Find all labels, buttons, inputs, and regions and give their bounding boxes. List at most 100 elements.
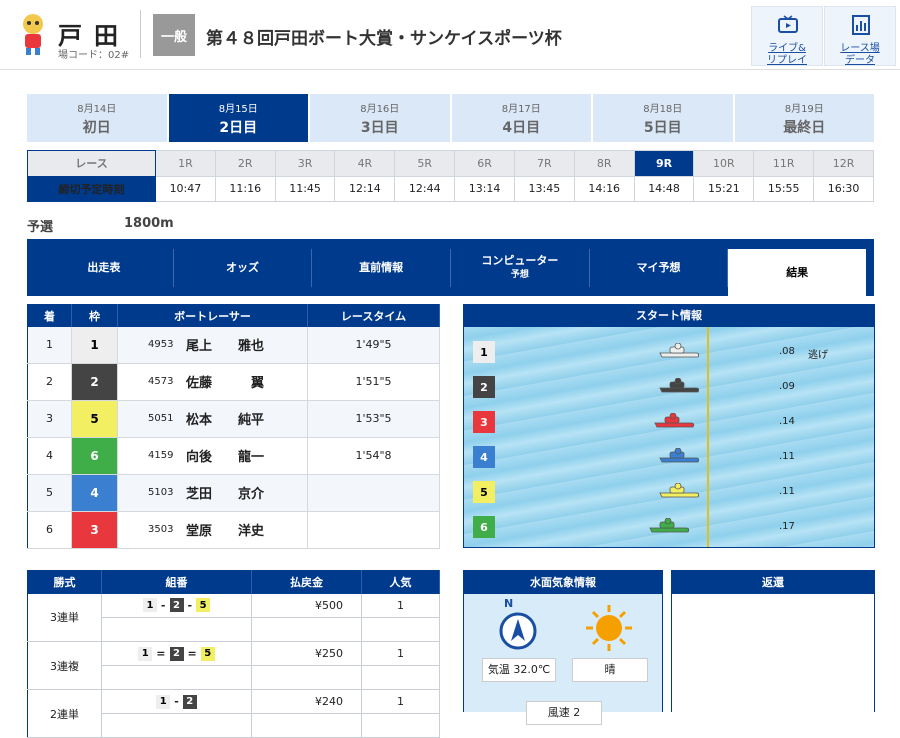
lane-badge: 1 [72,326,117,363]
race-link-5R[interactable]: 5R [394,150,456,177]
day-date: 8月14日 [77,104,117,115]
day-tab-5[interactable]: 8月18日 5日目 [593,94,735,142]
tab-label: 直前情報 [359,261,404,274]
racer-name-link[interactable]: 堂原 洋史 [186,520,264,539]
popularity: 1 [361,641,440,666]
results-table: 着 枠 ボートレーサー レースタイム 1 1 4953 尾上 雅也 1'49"5 2… [27,304,440,549]
combo: 1-2-5 [102,598,251,613]
boat-icon [654,413,695,428]
col-time: レースタイム [307,304,440,327]
lane-badge: 4 [473,446,495,468]
start-timing: .17 [779,521,795,532]
sun-icon [586,605,632,651]
live-replay-label-1: ライブ& [768,43,806,54]
race-link-7R[interactable]: 7R [513,150,575,177]
day-label: 最終日 [783,120,826,136]
racer-name-link[interactable]: 芝田 京介 [186,483,264,502]
start-row: 4 .11 [473,446,873,468]
racer-id: 4159 [148,450,174,461]
day-tab-1[interactable]: 8月14日初日 [27,94,169,142]
col-amount: 払戻金 [251,570,362,594]
race-link-12R[interactable]: 12R [813,150,874,177]
race-link-2R[interactable]: 2R [214,150,276,177]
racer-name-link[interactable]: 佐藤 翼 [186,372,264,391]
race-time: 13:45 [513,175,575,202]
col-lane: 枠 [71,304,118,327]
lane-badge: 2 [169,646,184,661]
tab-label: 結果 [786,265,809,279]
day-tab-4[interactable]: 8月17日 4日目 [451,94,593,142]
live-replay-button[interactable]: ライブ& リプレイ [751,6,823,66]
race-link-6R[interactable]: 6R [454,150,515,177]
race-time: 14:48 [633,175,695,202]
content-tab-4[interactable]: コンピューター 予想 [451,249,590,287]
race-time-value: 1'49"5 [307,326,440,364]
mascot-logo-icon [23,14,43,55]
race-link-11R[interactable]: 11R [753,150,815,177]
bet-type: 3連単 [27,593,102,642]
venue-data-label-2: データ [845,55,875,66]
day-label: 4日目 [502,120,541,136]
venue-data-button[interactable]: レース場 データ [824,6,896,66]
refund-title: 返還 [672,571,874,594]
start-info-title: スタート情報 [464,305,874,327]
content-tab-3[interactable]: 直前情報 [312,249,452,287]
racer-id: 4953 [148,339,174,350]
day-tab-3[interactable]: 8月16日 3日目 [310,94,452,142]
place: 3 [27,400,72,438]
race-link-1R[interactable]: 1R [155,150,216,177]
racer-name-link[interactable]: 向後 龍一 [186,446,264,465]
day-tab-2[interactable]: 8月15日 2日目 [168,94,310,142]
col-combo: 組番 [101,570,252,594]
day-label: 5日目 [643,120,682,136]
popularity: 1 [361,689,440,714]
lane-badge: 5 [196,598,211,613]
lane-badge: 1 [473,341,495,363]
lane-badge: 3 [72,511,117,548]
tv-icon [778,15,798,33]
racer-id: 5103 [148,487,174,498]
start-timing: .11 [779,451,795,462]
race-time: 12:14 [334,175,396,202]
race-title: 第４８回戸田ボート大賞・サンケイスポーツ杯 [206,29,562,49]
content-tab-1[interactable]: 出走表 [35,249,174,287]
race-time: 11:45 [274,175,336,202]
race-link-8R[interactable]: 8R [573,150,635,177]
race-link-4R[interactable]: 4R [334,150,396,177]
day-tab-6[interactable]: 8月19日 最終日 [734,94,874,142]
race-time: 11:16 [214,175,276,202]
start-info-panel: スタート情報 1 .08 逃げ 2 .09 3 .14 4 .11 5 .11 6… [463,304,875,548]
lane-badge: 4 [72,474,117,511]
race-time: 12:44 [394,175,456,202]
boat-icon [659,378,700,393]
content-tab-6[interactable]: 結果 [728,249,867,296]
content-tab-2[interactable]: オッズ [174,249,313,287]
race-link-3R[interactable]: 3R [274,150,336,177]
tab-label: マイ予想 [636,261,681,274]
content-tab-5[interactable]: マイ予想 [590,249,729,287]
venue-data-label-1: レース場 [840,43,880,54]
tab-label: オッズ [226,261,259,274]
live-replay-label-2: リプレイ [767,55,807,66]
combo-operator: - [174,695,179,708]
payout-amount: ¥240 [251,689,362,714]
start-row: 5 .11 [473,481,873,503]
lane-badge: 2 [182,694,197,709]
racer-name-link[interactable]: 松本 純平 [186,409,264,428]
combo-operator: - [187,598,193,612]
race-time: 15:55 [753,175,815,202]
start-timing: .08 [779,346,795,357]
lane-badge: 6 [473,516,495,538]
racer-name-link[interactable]: 尾上 雅也 [186,335,264,354]
race-link-9R[interactable]: 9R [633,150,695,177]
lane-badge: 5 [200,646,215,661]
weather-panel: 水面気象情報 N 気温 32.0℃ 晴 風速 2 [463,570,663,725]
start-row: 2 .09 [473,376,873,398]
lane-badge: 1 [156,694,171,709]
start-row: 6 .17 [473,516,873,538]
race-link-10R[interactable]: 10R [693,150,755,177]
payout-row: 2連単 1-2 ¥240 1 [27,689,440,738]
race-time-value: 1'54"8 [307,437,440,475]
day-label: 初日 [82,120,111,136]
payout-table: 勝式 組番 払戻金 人気 3連単 1-2-5 ¥500 1 3連複 1 = 2 = 5 ¥… [27,570,440,738]
